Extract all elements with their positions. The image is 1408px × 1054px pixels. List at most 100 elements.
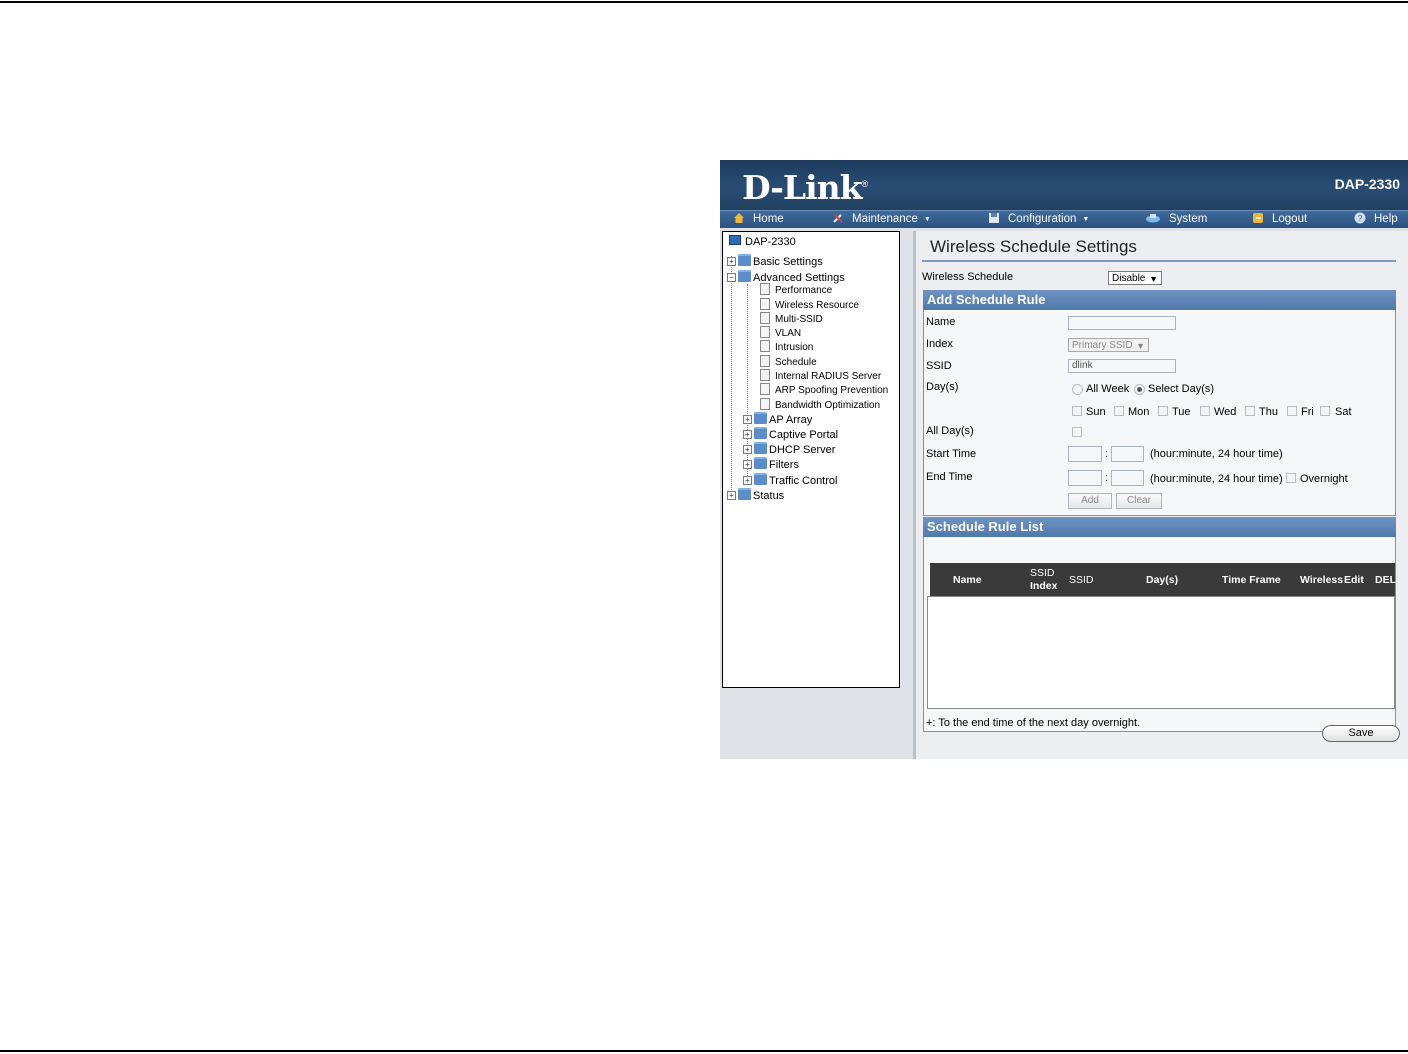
index-select[interactable]: Primary SSID ▼	[1068, 338, 1149, 352]
ssid-input[interactable]: dlink	[1068, 359, 1176, 373]
end-minute-input[interactable]	[1111, 470, 1144, 486]
start-time-label: Start Time	[926, 448, 977, 460]
tree-item-arp-spoofing-prevention[interactable]: ARP Spoofing Prevention	[760, 383, 888, 397]
collapse-icon[interactable]: −	[727, 273, 736, 282]
day-fri-label: Fri	[1301, 406, 1314, 418]
tree-item-multi-ssid[interactable]: Multi-SSID	[760, 312, 823, 326]
tree-folder-traffic-control[interactable]: + Traffic Control	[743, 473, 837, 487]
expand-icon[interactable]: +	[743, 445, 752, 454]
start-minute-input[interactable]	[1111, 446, 1144, 462]
svg-text:?: ?	[1358, 214, 1363, 223]
tree-item-performance[interactable]: Performance	[760, 283, 832, 297]
chevron-down-icon: ▼	[1082, 216, 1090, 223]
tree-item-bandwidth-optimization[interactable]: Bandwidth Optimization	[760, 398, 880, 412]
schedule-rule-list-section: Schedule Rule List Name SSID Index SSID …	[923, 517, 1396, 732]
overnight-checkbox[interactable]	[1286, 473, 1296, 483]
all-week-label: All Week	[1086, 383, 1130, 395]
column-del: DEL	[1375, 574, 1396, 586]
nav-maintenance[interactable]: Maintenance ▼	[832, 211, 931, 228]
folder-icon	[738, 254, 751, 266]
save-button[interactable]: Save	[1322, 725, 1400, 742]
schedule-rule-list-panel: Name SSID Index SSID Day(s) Time Frame W…	[923, 537, 1396, 732]
add-button[interactable]: Add	[1068, 493, 1112, 509]
rule-table-body	[927, 596, 1395, 709]
all-week-radio[interactable]	[1072, 384, 1083, 395]
day-tue-checkbox[interactable]	[1158, 406, 1168, 416]
device-icon	[729, 235, 741, 245]
folder-icon	[754, 442, 767, 454]
folder-icon	[754, 427, 767, 439]
day-sun-checkbox[interactable]	[1072, 406, 1082, 416]
dlink-logo: D-Link®	[742, 168, 868, 207]
tree-folder-ap-array[interactable]: + AP Array	[743, 412, 812, 426]
navigation-tree: DAP-2330 + Basic Settings − Advanced Setti…	[722, 231, 900, 688]
expand-icon[interactable]: +	[743, 430, 752, 439]
page-icon	[760, 398, 770, 410]
day-mon-checkbox[interactable]	[1114, 406, 1124, 416]
expand-icon[interactable]: +	[743, 460, 752, 469]
chevron-down-icon: ▼	[923, 216, 931, 223]
expand-icon[interactable]: +	[727, 257, 736, 266]
tree-folder-captive-portal[interactable]: + Captive Portal	[743, 427, 838, 441]
start-time-hint: (hour:minute, 24 hour time)	[1150, 448, 1283, 460]
day-fri-checkbox[interactable]	[1287, 406, 1297, 416]
add-schedule-rule-form: Name Index Primary SSID ▼ SSID dlink Day(…	[923, 310, 1396, 516]
tree-item-internal-radius-server[interactable]: Internal RADIUS Server	[760, 369, 881, 383]
tree-item-intrusion[interactable]: Intrusion	[760, 340, 813, 354]
tree-basic-settings[interactable]: + Basic Settings	[727, 254, 823, 268]
select-days-label: Select Day(s)	[1148, 383, 1215, 395]
day-thu-checkbox[interactable]	[1245, 406, 1255, 416]
column-ssid: SSID	[1069, 574, 1094, 586]
end-time-label: End Time	[926, 471, 973, 483]
page-bottom-rule	[0, 1050, 1408, 1052]
day-tue-label: Tue	[1172, 406, 1191, 418]
days-label: Day(s)	[926, 381, 959, 393]
tree-item-schedule[interactable]: Schedule	[760, 355, 817, 369]
select-days-radio[interactable]	[1134, 384, 1145, 395]
column-ssid-index-line1: SSID	[1030, 567, 1055, 579]
expand-icon[interactable]: +	[727, 491, 736, 500]
page-icon	[760, 369, 770, 381]
day-wed-checkbox[interactable]	[1200, 406, 1210, 416]
expand-icon[interactable]: +	[743, 476, 752, 485]
tree-root-dap-2330[interactable]: DAP-2330	[729, 235, 796, 249]
folder-icon	[754, 412, 767, 424]
header-banner: D-Link® DAP-2330	[720, 160, 1408, 210]
add-schedule-rule-section: Add Schedule Rule Name Index Primary SSI…	[923, 290, 1396, 516]
tree-connector	[731, 256, 732, 496]
column-ssid-index-line2: Index	[1030, 580, 1058, 592]
clear-button[interactable]: Clear	[1116, 493, 1162, 509]
expand-icon[interactable]: +	[743, 415, 752, 424]
start-hour-input[interactable]	[1068, 446, 1102, 462]
chevron-down-icon: ▼	[1149, 274, 1158, 284]
nav-logout[interactable]: Logout	[1252, 211, 1307, 228]
all-days-checkbox[interactable]	[1072, 427, 1082, 437]
column-name: Name	[953, 574, 982, 586]
folder-icon	[738, 488, 751, 500]
tree-item-vlan[interactable]: VLAN	[760, 326, 801, 340]
tree-status[interactable]: + Status	[727, 488, 784, 502]
name-input[interactable]	[1068, 316, 1176, 330]
nav-system[interactable]: System	[1145, 211, 1207, 228]
folder-open-icon	[738, 270, 751, 282]
help-icon: ?	[1354, 212, 1366, 224]
nav-help[interactable]: ? Help	[1354, 211, 1398, 228]
tree-folder-filters[interactable]: + Filters	[743, 457, 799, 471]
tree-item-wireless-resource[interactable]: Wireless Resource	[760, 298, 859, 312]
day-sat-label: Sat	[1335, 406, 1352, 418]
home-icon	[733, 212, 745, 224]
logout-icon	[1252, 212, 1264, 224]
wireless-schedule-select[interactable]: Disable ▼	[1108, 271, 1162, 285]
nav-configuration[interactable]: Configuration ▼	[988, 211, 1089, 228]
day-sat-checkbox[interactable]	[1320, 406, 1330, 416]
tree-advanced-settings[interactable]: − Advanced Settings	[727, 270, 845, 284]
nav-home[interactable]: Home	[733, 211, 784, 228]
chevron-down-icon: ▼	[1136, 341, 1145, 351]
end-hour-input[interactable]	[1068, 470, 1102, 486]
page-icon	[760, 298, 770, 310]
index-label: Index	[926, 338, 953, 350]
system-icon	[1145, 212, 1161, 224]
column-days: Day(s)	[1146, 574, 1179, 586]
tree-folder-dhcp-server[interactable]: + DHCP Server	[743, 442, 835, 456]
all-days-label: All Day(s)	[926, 425, 974, 437]
